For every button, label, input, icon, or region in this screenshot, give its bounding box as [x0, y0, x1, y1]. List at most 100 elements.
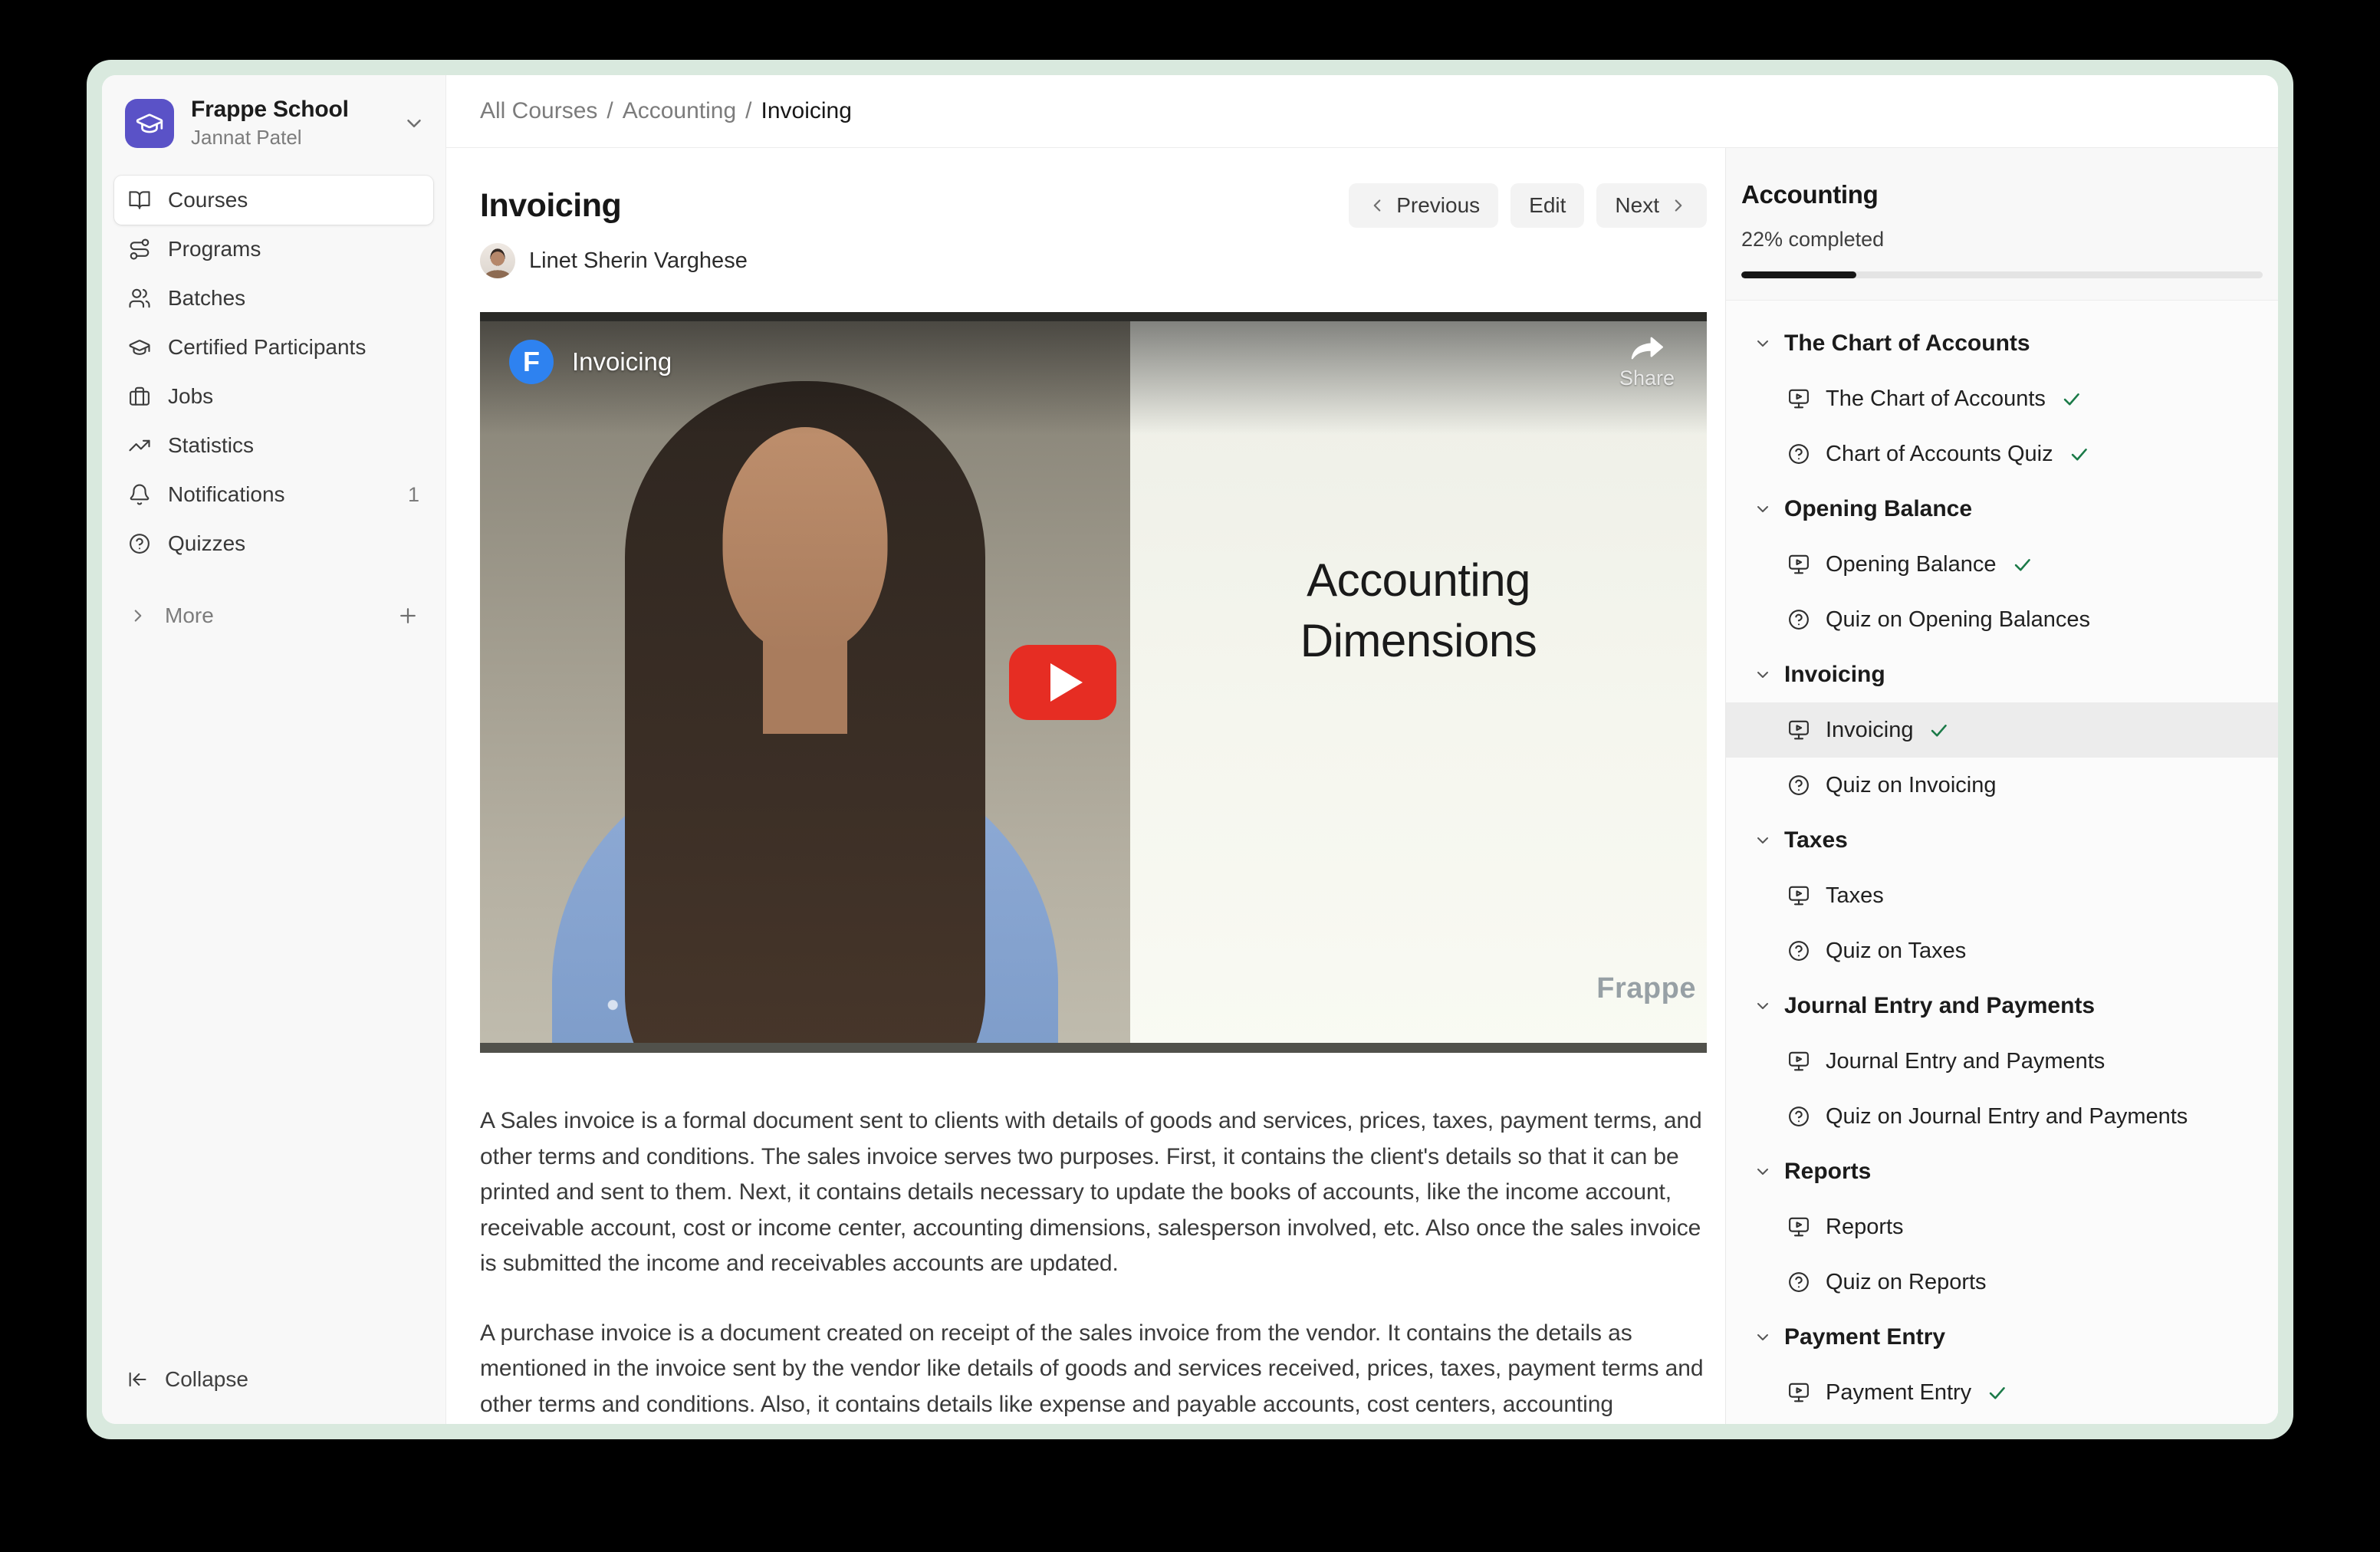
monitor-play-icon: [1787, 884, 1810, 907]
app-window: Frappe School Jannat Patel Courses Progr…: [102, 75, 2278, 1424]
section-title: Taxes: [1784, 827, 1848, 853]
monitor-play-icon: [1787, 553, 1810, 576]
help-circle-icon: [1787, 1271, 1810, 1294]
outline-quiz-opening-balances[interactable]: Quiz on Opening Balances: [1726, 592, 2278, 647]
sidebar-item-courses[interactable]: Courses: [114, 176, 433, 225]
course-outline-list: The Chart of Accounts The Chart of Accou…: [1726, 301, 2278, 1424]
sidebar-item-statistics[interactable]: Statistics: [114, 421, 433, 470]
sidebar-item-more[interactable]: More: [114, 591, 433, 640]
outline-lesson-taxes[interactable]: Taxes: [1726, 868, 2278, 923]
check-icon: [2069, 444, 2089, 465]
breadcrumb-separator: /: [607, 98, 613, 124]
outline-quiz-journal-entry[interactable]: Quiz on Journal Entry and Payments: [1726, 1089, 2278, 1144]
outline-lesson-opening-balance[interactable]: Opening Balance: [1726, 537, 2278, 592]
outline-lesson-invoicing-current[interactable]: Invoicing: [1726, 702, 2278, 758]
sidebar-item-label: Jobs: [168, 384, 213, 409]
play-button[interactable]: [1009, 645, 1116, 720]
app-window-frame: Frappe School Jannat Patel Courses Progr…: [87, 60, 2293, 1439]
play-icon: [1050, 663, 1083, 702]
collapse-icon: [127, 1369, 148, 1390]
chevron-down-icon: [1754, 1162, 1772, 1181]
edit-button-label: Edit: [1529, 193, 1566, 218]
breadcrumb-all-courses[interactable]: All Courses: [480, 98, 597, 124]
quiz-label: Chart of Accounts Quiz: [1826, 442, 2053, 467]
sidebar-item-notifications[interactable]: Notifications 1: [114, 470, 433, 519]
chevron-down-icon[interactable]: [403, 112, 426, 135]
course-title: Accounting: [1741, 180, 2263, 209]
brand-user-name: Jannat Patel: [191, 126, 349, 150]
sidebar-item-batches[interactable]: Batches: [114, 274, 433, 323]
sidebar-item-label: Programs: [168, 237, 261, 261]
section-title: Payment Entry: [1784, 1324, 1945, 1350]
monitor-play-icon: [1787, 1050, 1810, 1073]
next-button-label: Next: [1615, 193, 1659, 218]
outline-quiz-invoicing[interactable]: Quiz on Invoicing: [1726, 758, 2278, 813]
notifications-count-badge: 1: [408, 483, 419, 507]
sidebar-item-jobs[interactable]: Jobs: [114, 372, 433, 421]
presenter-face: [723, 427, 888, 653]
outline-section-invoicing[interactable]: Invoicing: [1726, 647, 2278, 702]
outline-quiz-taxes[interactable]: Quiz on Taxes: [1726, 923, 2278, 978]
add-shortcut-button[interactable]: [396, 604, 419, 627]
lesson-label: The Chart of Accounts: [1826, 386, 2046, 412]
outline-lesson-chart-of-accounts[interactable]: The Chart of Accounts: [1726, 371, 2278, 426]
bell-icon: [128, 483, 151, 506]
outline-section-reports[interactable]: Reports: [1726, 1144, 2278, 1199]
body-row: Invoicing Previous Edit Next: [446, 148, 2278, 1424]
breadcrumb-current: Invoicing: [761, 98, 852, 124]
frappe-school-logo: [125, 99, 174, 148]
lesson-title-row: Invoicing Previous Edit Next: [480, 183, 1707, 228]
sidebar-item-quizzes[interactable]: Quizzes: [114, 519, 433, 568]
collapse-sidebar-button[interactable]: Collapse: [102, 1367, 445, 1424]
monitor-play-icon: [1787, 387, 1810, 410]
outline-section-payment-entry[interactable]: Payment Entry: [1726, 1310, 2278, 1365]
check-icon: [2061, 389, 2082, 409]
outline-quiz-reports[interactable]: Quiz on Reports: [1726, 1254, 2278, 1310]
quiz-label: Quiz on Journal Entry and Payments: [1826, 1104, 2188, 1129]
workspace-switcher[interactable]: Frappe School Jannat Patel: [102, 75, 445, 153]
quiz-label: Quiz on Taxes: [1826, 939, 1966, 964]
edit-button[interactable]: Edit: [1511, 183, 1584, 228]
video-title-overlay: Invoicing: [572, 347, 672, 376]
breadcrumb-separator: /: [745, 98, 751, 124]
outline-lesson-journal-entry[interactable]: Journal Entry and Payments: [1726, 1034, 2278, 1089]
chevron-left-icon: [1367, 196, 1387, 215]
author-avatar: [480, 243, 515, 278]
outline-section-journal-entry[interactable]: Journal Entry and Payments: [1726, 978, 2278, 1034]
section-title: Opening Balance: [1784, 496, 1972, 522]
help-circle-icon: [1787, 608, 1810, 631]
sidebar-item-certified-participants[interactable]: Certified Participants: [114, 323, 433, 372]
help-circle-icon: [128, 532, 151, 555]
sidebar-item-programs[interactable]: Programs: [114, 225, 433, 274]
next-button[interactable]: Next: [1596, 183, 1707, 228]
course-outline-sidebar: Accounting 22% completed The Chart of Ac…: [1725, 148, 2278, 1424]
previous-button-label: Previous: [1396, 193, 1480, 218]
outline-section-taxes[interactable]: Taxes: [1726, 813, 2278, 868]
share-button[interactable]: Share: [1619, 335, 1675, 390]
sidebar-item-label: Batches: [168, 286, 245, 311]
section-title: Reports: [1784, 1159, 1871, 1185]
monitor-play-icon: [1787, 1215, 1810, 1238]
sidebar-item-label: Statistics: [168, 433, 254, 458]
progress-bar-fill: [1741, 271, 1856, 278]
help-circle-icon: [1787, 442, 1810, 465]
monitor-play-icon: [1787, 718, 1810, 741]
progress-label: 22% completed: [1741, 228, 2263, 252]
outline-quiz-chart-of-accounts[interactable]: Chart of Accounts Quiz: [1726, 426, 2278, 482]
video-player[interactable]: Accounting Dimensions Frappe F Invoicing…: [480, 312, 1707, 1053]
check-icon: [1928, 720, 1949, 741]
outline-section-opening-balance[interactable]: Opening Balance: [1726, 482, 2278, 537]
outline-section-chart-of-accounts[interactable]: The Chart of Accounts: [1726, 316, 2278, 371]
left-sidebar: Frappe School Jannat Patel Courses Progr…: [102, 75, 446, 1424]
breadcrumb-accounting[interactable]: Accounting: [623, 98, 736, 124]
outline-lesson-payment-entry[interactable]: Payment Entry: [1726, 1365, 2278, 1420]
outline-lesson-reports[interactable]: Reports: [1726, 1199, 2278, 1254]
main-column: All Courses / Accounting / Invoicing Inv…: [446, 75, 2278, 1424]
video-channel-chip[interactable]: F Invoicing: [509, 340, 672, 384]
previous-button[interactable]: Previous: [1349, 183, 1498, 228]
route-icon: [128, 238, 151, 261]
sidebar-item-label: Notifications: [168, 482, 285, 507]
lesson-label: Opening Balance: [1826, 552, 1997, 577]
chevron-right-icon: [128, 606, 148, 626]
sidebar-item-label: Certified Participants: [168, 335, 366, 360]
